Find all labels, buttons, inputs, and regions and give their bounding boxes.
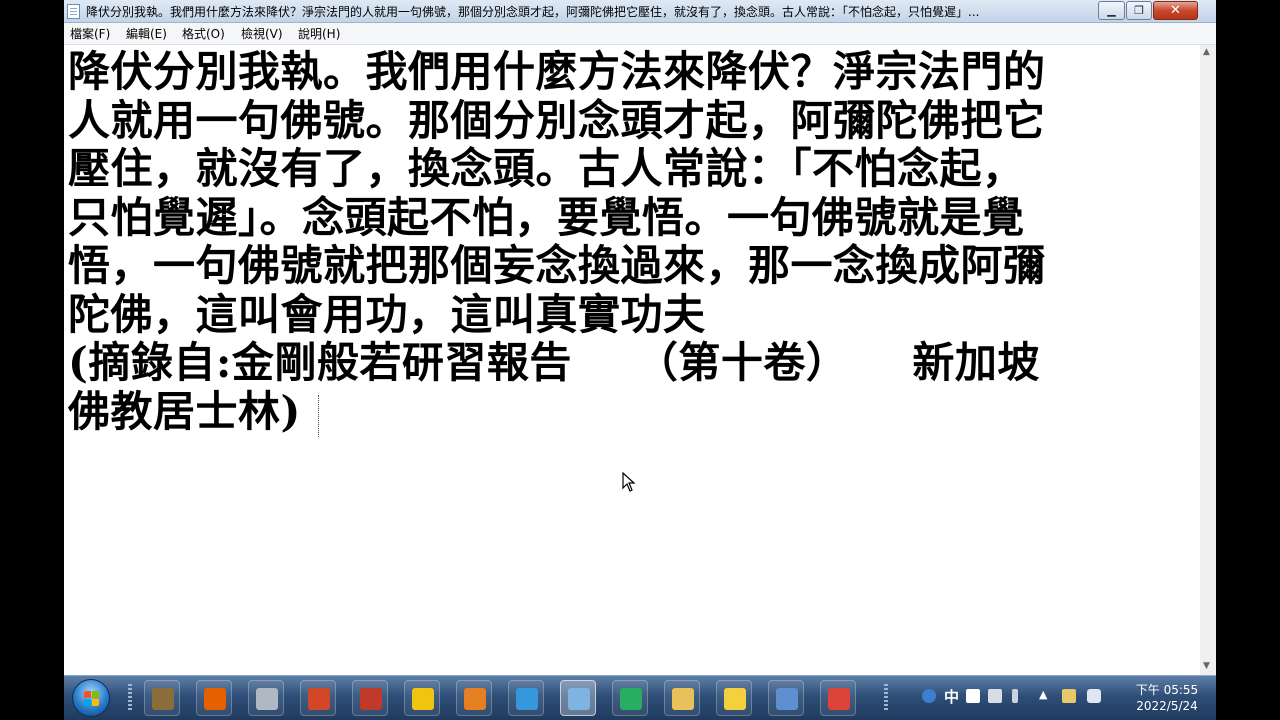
text-line: 陀佛，這叫會用功，這叫真實功夫 [68, 289, 706, 339]
start-button[interactable] [72, 679, 110, 717]
ime-settings-icon[interactable] [988, 689, 1002, 703]
taskbar: 中 ▲ 下午 05:55 2022/5/24 [64, 675, 1216, 720]
taskbar-app-button[interactable] [352, 680, 388, 716]
text-line: (摘錄自:金剛般若研習報告 （第十卷） 新加坡 [68, 338, 1040, 387]
text-line: 只怕覺遲」。念頭起不怕，要覺悟。一句佛號就是覺 [68, 192, 1025, 242]
photo-icon [464, 688, 486, 710]
taskbar-app-button[interactable] [612, 680, 648, 716]
title-bar[interactable]: 降伏分別我執。我們用什麼方法來降伏？淨宗法門的人就用一句佛號，那個分別念頭才起，… [64, 0, 1216, 23]
taskbar-app-button[interactable] [508, 680, 544, 716]
clock-time: 下午 05:55 [1135, 683, 1199, 697]
menu-file[interactable]: 檔案(F) [70, 26, 110, 42]
text-line: 佛教居士林) [68, 386, 301, 436]
input-language[interactable]: 中 [944, 686, 959, 707]
notepad-icon [568, 688, 590, 710]
window-title: 降伏分別我執。我們用什麼方法來降伏？淨宗法門的人就用一句佛號，那個分別念頭才起，… [86, 5, 980, 19]
volume-icon[interactable] [1087, 689, 1101, 703]
taskbar-app-button[interactable] [560, 680, 596, 716]
wordpad-icon [776, 688, 798, 710]
network-icon [516, 688, 538, 710]
taskbar-app-button[interactable] [404, 680, 440, 716]
scroll-down-icon[interactable]: ▼ [1203, 661, 1210, 671]
maximize-button[interactable]: ❐ [1126, 1, 1152, 20]
taskbar-app-button[interactable] [144, 680, 180, 716]
network-tray-icon[interactable] [1062, 689, 1076, 703]
screen: 降伏分別我執。我們用什麼方法來降伏？淨宗法門的人就用一句佛號，那個分別念頭才起，… [64, 0, 1216, 720]
menu-format[interactable]: 格式(O) [182, 26, 225, 42]
folder-icon [672, 688, 694, 710]
jurassic-icon [152, 688, 174, 710]
vertical-scrollbar[interactable]: ▲ ▼ [1200, 45, 1216, 675]
show-hidden-icons[interactable]: ▲ [1039, 688, 1047, 701]
taskbar-grip[interactable] [884, 684, 888, 712]
text-line: 悟，一句佛號就把那個妄念換過來，那一念換成阿彌 [68, 241, 1046, 290]
menu-bar: 檔案(F) 編輯(E) 格式(O) 檢視(V) 說明(H) [64, 23, 1216, 45]
text-line: 壓住，就沒有了，換念頭。古人常說：「不怕念起， [68, 144, 1025, 193]
taskbar-grip[interactable] [128, 684, 132, 712]
pdf-icon [360, 688, 382, 710]
minimize-button[interactable]: ▁ [1098, 1, 1125, 20]
firefox-icon [204, 688, 226, 710]
taskbar-app-button[interactable] [300, 680, 336, 716]
clock[interactable]: 下午 05:55 2022/5/24 [1122, 682, 1212, 714]
text-line: 人就用一句佛號。那個分別念頭才起，阿彌陀佛把它 [68, 95, 1046, 145]
taskbar-app-button[interactable] [248, 680, 284, 716]
document-text: 降伏分別我執。我們用什麼方法來降伏？淨宗法門的 人就用一句佛號。那個分別念頭才起… [68, 47, 1198, 436]
clock-date: 2022/5/24 [1136, 699, 1198, 713]
terminal-icon [412, 688, 434, 710]
text-caret [318, 395, 319, 437]
ime-icon[interactable] [922, 689, 936, 703]
menu-help[interactable]: 說明(H) [298, 26, 340, 42]
scroll-up-icon[interactable]: ▲ [1203, 47, 1210, 57]
close-button[interactable]: ✕ [1153, 1, 1198, 20]
system-tray: 中 ▲ 下午 05:55 2022/5/24 [902, 676, 1216, 720]
emoji-icon [724, 688, 746, 710]
powerpoint-icon [308, 688, 330, 710]
chrome-icon [828, 688, 850, 710]
refresh-icon [620, 688, 642, 710]
taskbar-app-button[interactable] [664, 680, 700, 716]
text-line: 降伏分別我執。我們用什麼方法來降伏？淨宗法門的 [68, 47, 1046, 96]
taskbar-app-button[interactable] [716, 680, 752, 716]
notepad-app-icon[interactable] [67, 4, 80, 19]
taskbar-app-button[interactable] [768, 680, 804, 716]
taskbar-app-button[interactable] [456, 680, 492, 716]
taskbar-app-button[interactable] [196, 680, 232, 716]
menu-view[interactable]: 檢視(V) [241, 26, 283, 42]
taskbar-app-button[interactable] [820, 680, 856, 716]
camera-icon [256, 688, 278, 710]
text-editor[interactable]: 降伏分別我執。我們用什麼方法來降伏？淨宗法門的 人就用一句佛號。那個分別念頭才起… [64, 45, 1200, 675]
menu-edit[interactable]: 編輯(E) [126, 26, 167, 42]
ime-more-icon[interactable] [1012, 689, 1018, 703]
ime-mode-icon[interactable] [966, 689, 980, 703]
